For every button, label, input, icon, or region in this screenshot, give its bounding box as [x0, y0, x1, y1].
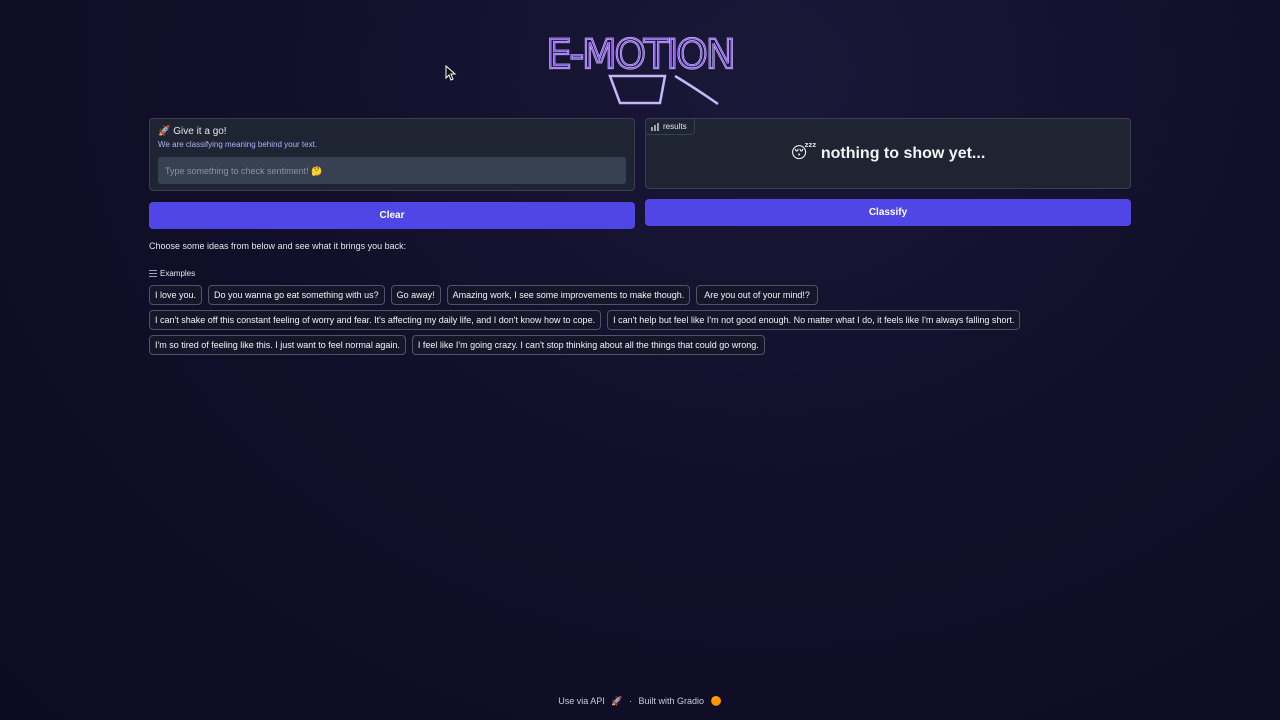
mouse-cursor-icon — [445, 65, 457, 81]
emotion-logo: E-MOTION E-MOTION — [545, 31, 737, 106]
results-panel: results 😴 nothing to show yet... — [645, 118, 1131, 189]
sentiment-text-input[interactable] — [158, 157, 626, 184]
example-chip[interactable]: Go away! — [390, 285, 441, 305]
built-with-gradio-link[interactable]: Built with Gradio — [639, 696, 705, 706]
example-chip[interactable]: Are you out of your mind!? — [696, 285, 819, 305]
results-label: results — [646, 119, 695, 135]
classify-button[interactable]: Classify — [645, 199, 1131, 226]
examples-hint: Choose some ideas from below and see wha… — [149, 241, 407, 251]
example-chip[interactable]: I can't shake off this constant feeling … — [149, 310, 602, 330]
use-via-api-link[interactable]: Use via API — [558, 696, 605, 706]
logo-stroke — [674, 74, 719, 106]
example-chip[interactable]: I'm so tired of feeling like this. I jus… — [149, 335, 406, 355]
results-label-text: results — [663, 122, 687, 131]
examples-label: Examples — [160, 269, 196, 278]
examples-list: I love you. Do you wanna go eat somethin… — [149, 285, 1134, 355]
rocket-icon: 🚀 — [611, 696, 623, 706]
clear-button[interactable]: Clear — [149, 202, 635, 229]
logo-text-shadow: E-MOTION — [546, 32, 733, 78]
example-chip[interactable]: I love you. — [149, 285, 203, 305]
example-chip[interactable]: Amazing work, I see some improvements to… — [446, 285, 691, 305]
logo-shape — [608, 74, 667, 105]
input-panel-subtitle: We are classifying meaning behind your t… — [158, 140, 318, 149]
example-chip[interactable]: I feel like I'm going crazy. I can't sto… — [411, 335, 765, 355]
example-chip[interactable]: Do you wanna go eat something with us? — [208, 285, 385, 305]
footer: Use via API 🚀 · Built with Gradio 🟠 — [0, 696, 1280, 707]
examples-header: Examples — [149, 269, 195, 278]
footer-separator: · — [629, 696, 632, 706]
bar-chart-icon — [651, 122, 659, 131]
list-icon — [149, 270, 157, 277]
gradio-logo-icon: 🟠 — [710, 696, 722, 706]
example-chip[interactable]: I can't help but feel like I'm not good … — [607, 310, 1021, 330]
input-panel: 🚀 Give it a go! We are classifying meani… — [149, 118, 635, 191]
input-panel-title: 🚀 Give it a go! — [158, 126, 227, 137]
result-output: 😴 nothing to show yet... — [790, 145, 986, 162]
